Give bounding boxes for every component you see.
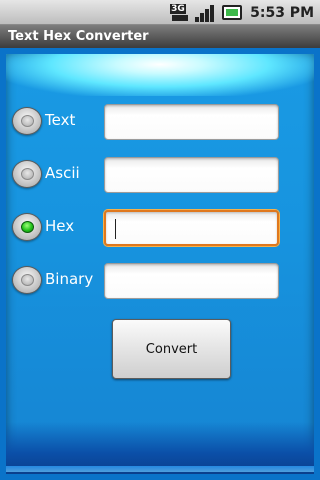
convert-button[interactable]: Convert bbox=[112, 319, 231, 379]
text-cursor bbox=[115, 219, 116, 239]
binary-input[interactable] bbox=[104, 263, 279, 299]
row-hex: Hex bbox=[0, 207, 320, 247]
radio-dot bbox=[21, 115, 34, 127]
label-ascii: Ascii bbox=[45, 164, 80, 182]
signal-strength-icon bbox=[195, 4, 217, 22]
app-title-bar: Text Hex Converter bbox=[0, 25, 320, 48]
radio-binary[interactable] bbox=[12, 266, 42, 294]
radio-ascii[interactable] bbox=[12, 160, 42, 188]
top-glow bbox=[6, 54, 314, 96]
row-text: Text bbox=[0, 101, 320, 141]
hex-input[interactable] bbox=[104, 210, 279, 246]
radio-dot bbox=[21, 274, 34, 286]
status-icons: 3G 5:53 PM bbox=[170, 3, 314, 22]
3g-data-icon: 3G bbox=[170, 3, 190, 22]
status-clock: 5:53 PM bbox=[250, 4, 314, 21]
radio-hex[interactable] bbox=[12, 213, 42, 241]
battery-charging-icon bbox=[222, 5, 243, 20]
network-type-label: 3G bbox=[170, 3, 186, 14]
ascii-input[interactable] bbox=[104, 157, 279, 193]
label-binary: Binary bbox=[45, 270, 94, 288]
label-text: Text bbox=[45, 111, 76, 129]
bottom-line bbox=[6, 466, 314, 472]
app-title: Text Hex Converter bbox=[8, 29, 149, 44]
radio-dot bbox=[21, 168, 34, 180]
data-arrows bbox=[172, 14, 189, 21]
main-panel: Text Ascii Hex Binary bbox=[0, 48, 320, 480]
label-hex: Hex bbox=[45, 217, 75, 235]
row-ascii: Ascii bbox=[0, 154, 320, 194]
radio-text[interactable] bbox=[12, 107, 42, 135]
text-input[interactable] bbox=[104, 104, 279, 140]
status-bar: 3G 5:53 PM bbox=[0, 0, 320, 25]
radio-dot-checked bbox=[21, 221, 34, 233]
row-binary: Binary bbox=[0, 260, 320, 300]
